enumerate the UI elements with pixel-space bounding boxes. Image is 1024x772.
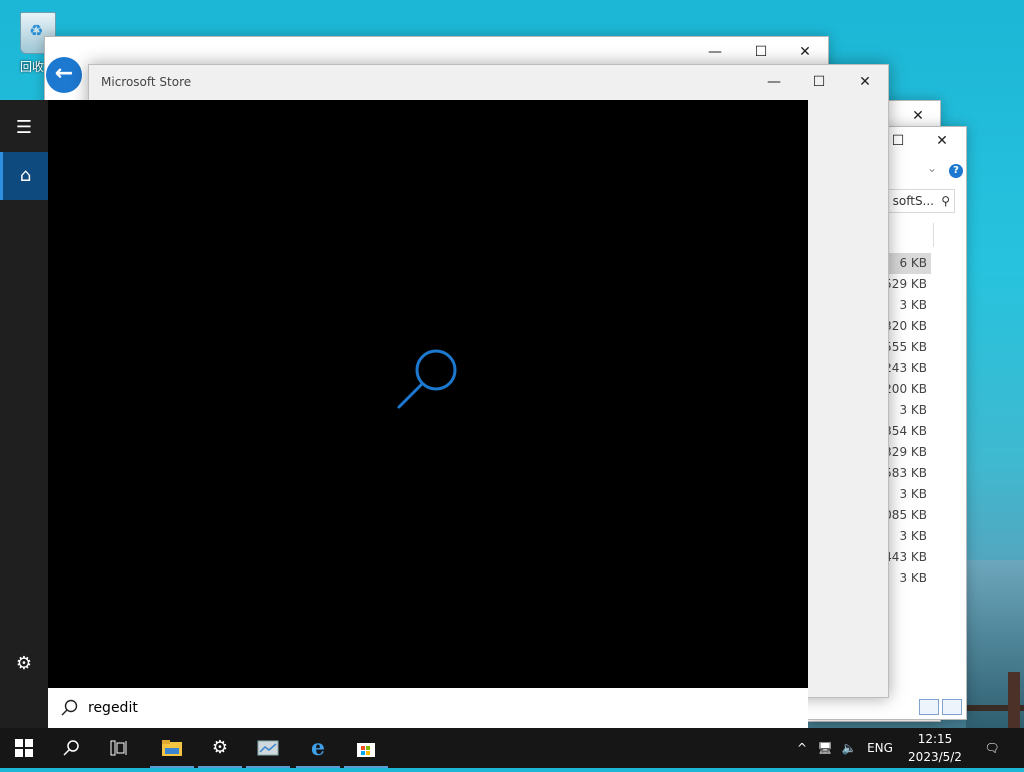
file-size-cell[interactable]: 555 KB xyxy=(883,337,931,358)
search-button[interactable] xyxy=(48,728,96,768)
start-button[interactable] xyxy=(0,728,48,768)
microsoft-store-taskbar-button[interactable] xyxy=(342,728,390,768)
maximize-button[interactable]: ☐ xyxy=(738,37,784,67)
file-size-cell[interactable]: 443 KB xyxy=(883,547,931,568)
gear-icon: ⚙ xyxy=(211,737,229,758)
close-button[interactable]: ✕ xyxy=(842,65,888,99)
search-text: softS... xyxy=(892,194,934,208)
file-explorer-taskbar-button[interactable] xyxy=(148,728,196,768)
background-window-titlebar[interactable]: — ☐ ✕ xyxy=(45,37,828,67)
file-size-cell[interactable]: 529 KB xyxy=(883,274,931,295)
language-indicator[interactable]: ENG xyxy=(862,728,898,768)
search-input[interactable]: softS... ⚲ xyxy=(883,189,955,213)
chevron-up-icon[interactable]: ^ xyxy=(792,728,812,768)
search-icon xyxy=(63,740,79,756)
recycle-bin-label: 回收 xyxy=(20,60,45,74)
file-size-cell[interactable]: 243 KB xyxy=(883,358,931,379)
minimize-button[interactable]: — xyxy=(692,37,738,67)
details-view-icon[interactable] xyxy=(919,699,939,715)
minimize-button[interactable]: — xyxy=(751,65,797,99)
gear-icon[interactable]: ⚙ xyxy=(0,640,48,688)
file-size-cell[interactable]: 354 KB xyxy=(883,421,931,442)
hamburger-menu-icon[interactable]: ☰ xyxy=(0,104,48,152)
network-icon[interactable]: 🖥 xyxy=(814,728,836,768)
search-icon xyxy=(61,699,78,716)
file-size-cell[interactable]: 3 KB xyxy=(883,484,931,505)
system-clock[interactable]: 12:15 2023/5/2 xyxy=(900,730,970,766)
search-icon[interactable]: ⚲ xyxy=(941,190,950,212)
internet-explorer-icon: e xyxy=(311,735,325,761)
file-size-cell[interactable]: 320 KB xyxy=(883,316,931,337)
close-button[interactable]: ✕ xyxy=(782,37,828,67)
file-size-cell[interactable]: 200 KB xyxy=(883,379,931,400)
view-toggle xyxy=(919,699,965,718)
windows-logo-icon xyxy=(15,739,33,757)
file-size-cell[interactable]: 3 KB xyxy=(883,526,931,547)
column-divider[interactable] xyxy=(933,223,934,247)
back-arrow-icon[interactable]: ← xyxy=(46,57,82,93)
task-view-button[interactable] xyxy=(96,728,144,768)
file-size-cell[interactable]: 3 KB xyxy=(883,568,931,589)
folder-icon xyxy=(162,740,182,756)
store-bag-icon xyxy=(357,743,375,757)
file-size-cell[interactable]: 329 KB xyxy=(883,442,931,463)
taskbar-search-box[interactable]: regedit xyxy=(48,688,808,728)
control-panel-taskbar-button[interactable] xyxy=(244,728,292,768)
task-view-icon xyxy=(110,740,127,756)
taskbar: ⚙ e ^ 🖥 🔈 ENG 12:15 2023/5/2 🗨 xyxy=(0,728,1024,768)
file-size-cell[interactable]: 3 KB xyxy=(883,295,931,316)
file-size-cell[interactable]: 583 KB xyxy=(883,463,931,484)
file-size-column: 6 KB 529 KB 3 KB 320 KB 555 KB 243 KB 20… xyxy=(883,253,931,589)
help-icon[interactable]: ? xyxy=(949,164,963,178)
start-menu-rail: ☰ ⌂ ⚙ xyxy=(0,100,48,728)
maximize-button[interactable]: ☐ xyxy=(796,65,842,99)
settings-taskbar-button[interactable]: ⚙ xyxy=(196,728,244,768)
internet-explorer-taskbar-button[interactable]: e xyxy=(294,728,342,768)
window-title: Microsoft Store xyxy=(101,75,192,89)
close-button[interactable]: ✕ xyxy=(919,127,965,155)
volume-muted-icon[interactable]: 🔈 xyxy=(838,728,860,768)
clock-date: 2023/5/2 xyxy=(908,750,962,764)
search-query[interactable]: regedit xyxy=(88,688,138,728)
home-icon[interactable]: ⌂ xyxy=(0,152,48,200)
clock-time: 12:15 xyxy=(917,732,953,746)
large-icons-view-icon[interactable] xyxy=(942,699,962,715)
control-panel-icon xyxy=(257,740,279,756)
file-size-cell[interactable]: 6 KB xyxy=(883,253,931,274)
notifications-icon[interactable]: 🗨 xyxy=(978,728,1006,768)
file-size-cell[interactable]: 3 KB xyxy=(883,400,931,421)
search-loading-icon xyxy=(397,349,457,409)
search-results-pane xyxy=(48,100,808,688)
file-size-cell[interactable]: 085 KB xyxy=(883,505,931,526)
wallpaper-pier-post xyxy=(1008,672,1020,728)
chevron-down-icon[interactable]: ⌄ xyxy=(927,161,937,175)
